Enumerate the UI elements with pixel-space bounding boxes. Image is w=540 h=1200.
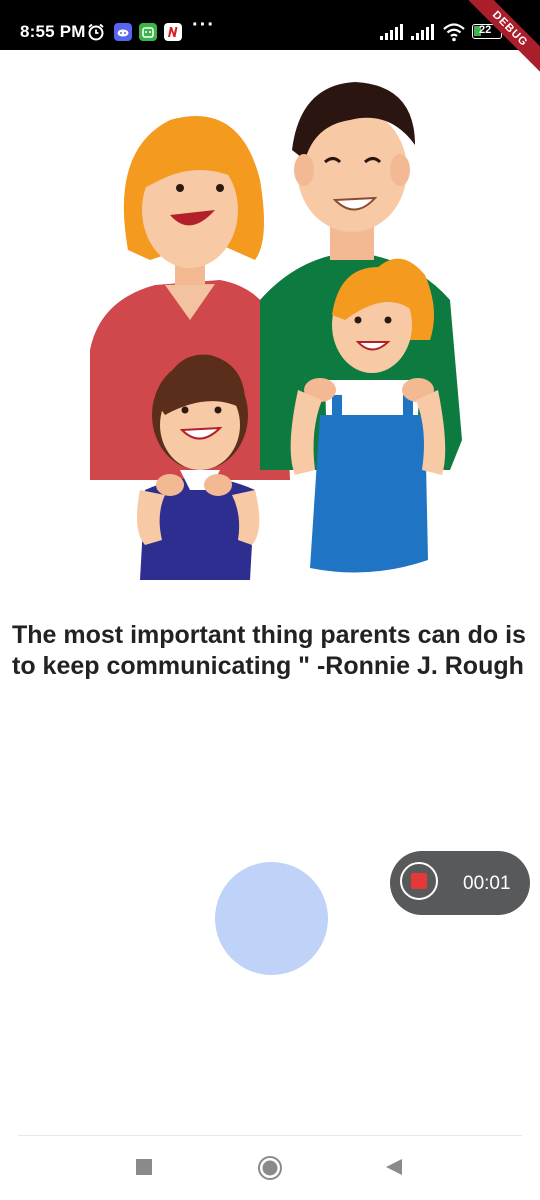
home-icon[interactable] [257,1155,283,1181]
recording-timer: 00:01 [463,873,511,894]
quote-text: The most important thing parents can do … [12,621,526,680]
news-icon [164,23,182,41]
status-bar: 8:55 PM ··· 22 DEBUG [0,0,540,78]
android-icon [139,23,157,41]
signal-icon [380,24,403,40]
family-illustration [90,82,462,580]
nav-divider [18,1135,522,1136]
battery-level: 22 [479,24,492,36]
debug-banner: DEBUG [461,0,540,78]
discord-icon [114,23,132,41]
signal-icon [411,24,434,40]
status-time: 8:55 PM [20,22,86,41]
recents-icon[interactable] [135,1158,153,1176]
more-icon: ··· [192,14,215,36]
stop-icon [411,873,427,889]
wifi-icon [443,23,465,42]
back-icon[interactable] [384,1158,404,1176]
alarm-icon [88,23,104,41]
stop-recording-button[interactable] [400,862,438,900]
record-circle-button[interactable] [215,862,328,975]
recording-indicator[interactable]: 00:01 [390,851,530,915]
